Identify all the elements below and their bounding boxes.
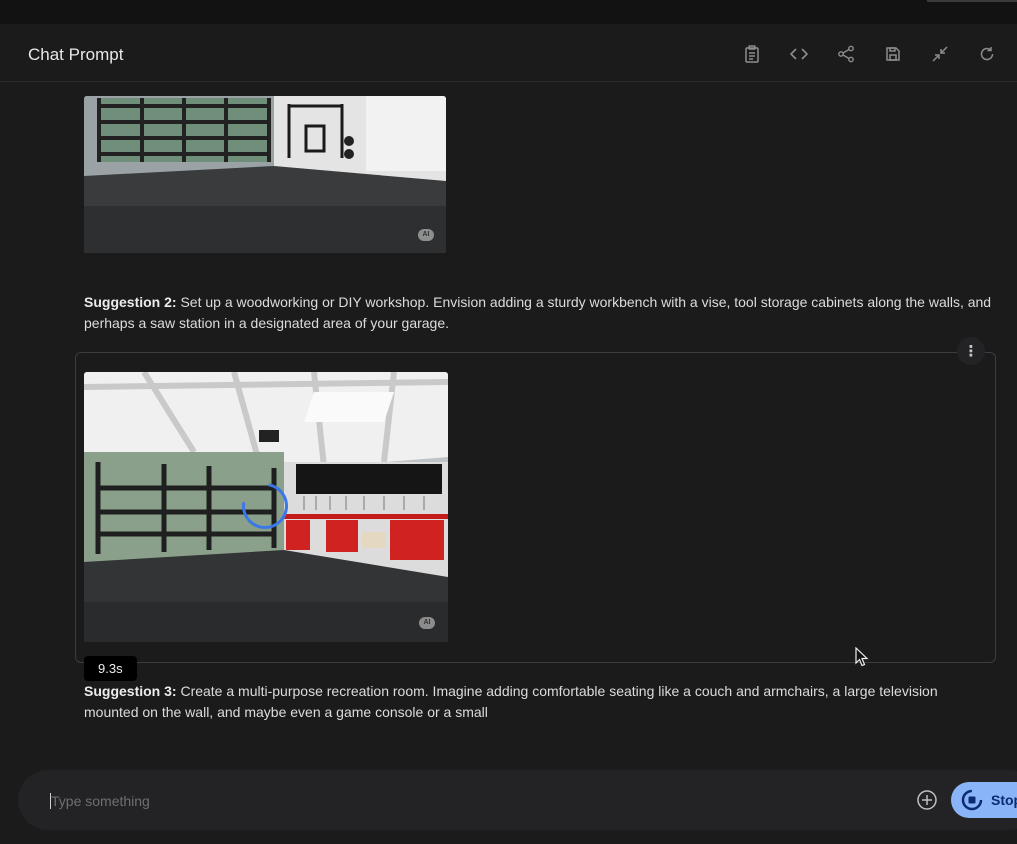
save-icon[interactable] [881, 42, 905, 66]
add-media-icon[interactable] [916, 789, 938, 811]
generated-image-garage-workshop[interactable]: AI [84, 372, 448, 642]
stop-icon [961, 789, 983, 811]
prompt-input[interactable] [51, 790, 651, 812]
clipboard-icon[interactable] [740, 42, 764, 66]
stop-button-label: Stop [991, 792, 1017, 808]
suggestion-2-text: Set up a woodworking or DIY workshop. En… [84, 294, 992, 331]
chat-prompt-app: Chat Prompt AI Suggestion 2: Set up a wo… [0, 0, 1017, 844]
suggestion-3-label: Suggestion 3: [84, 683, 177, 699]
collapse-icon[interactable] [928, 42, 952, 66]
suggestion-3-text: Create a multi-purpose recreation room. … [84, 683, 938, 720]
top-strip [0, 0, 1017, 24]
top-strip-edge [927, 0, 1017, 2]
suggestion-3: Suggestion 3: Create a multi-purpose rec… [84, 681, 994, 723]
refresh-icon[interactable] [975, 42, 999, 66]
elapsed-time-badge: 9.3s [84, 656, 137, 681]
stop-button[interactable]: Stop [951, 782, 1017, 818]
prompt-input-bar: Stop [18, 770, 1017, 830]
header-actions [740, 42, 999, 66]
more-options-button[interactable]: ⋮ [957, 337, 985, 365]
mouse-pointer-icon [855, 646, 869, 672]
suggestion-2: Suggestion 2: Set up a woodworking or DI… [84, 292, 994, 334]
generated-image-home-gym[interactable]: AI [84, 96, 446, 253]
code-icon[interactable] [787, 42, 811, 66]
ai-badge: AI [419, 617, 435, 629]
share-icon[interactable] [834, 42, 858, 66]
header: Chat Prompt [0, 24, 1017, 82]
ai-badge: AI [418, 229, 434, 241]
page-title: Chat Prompt [28, 45, 124, 64]
suggestion-2-label: Suggestion 2: [84, 294, 177, 310]
